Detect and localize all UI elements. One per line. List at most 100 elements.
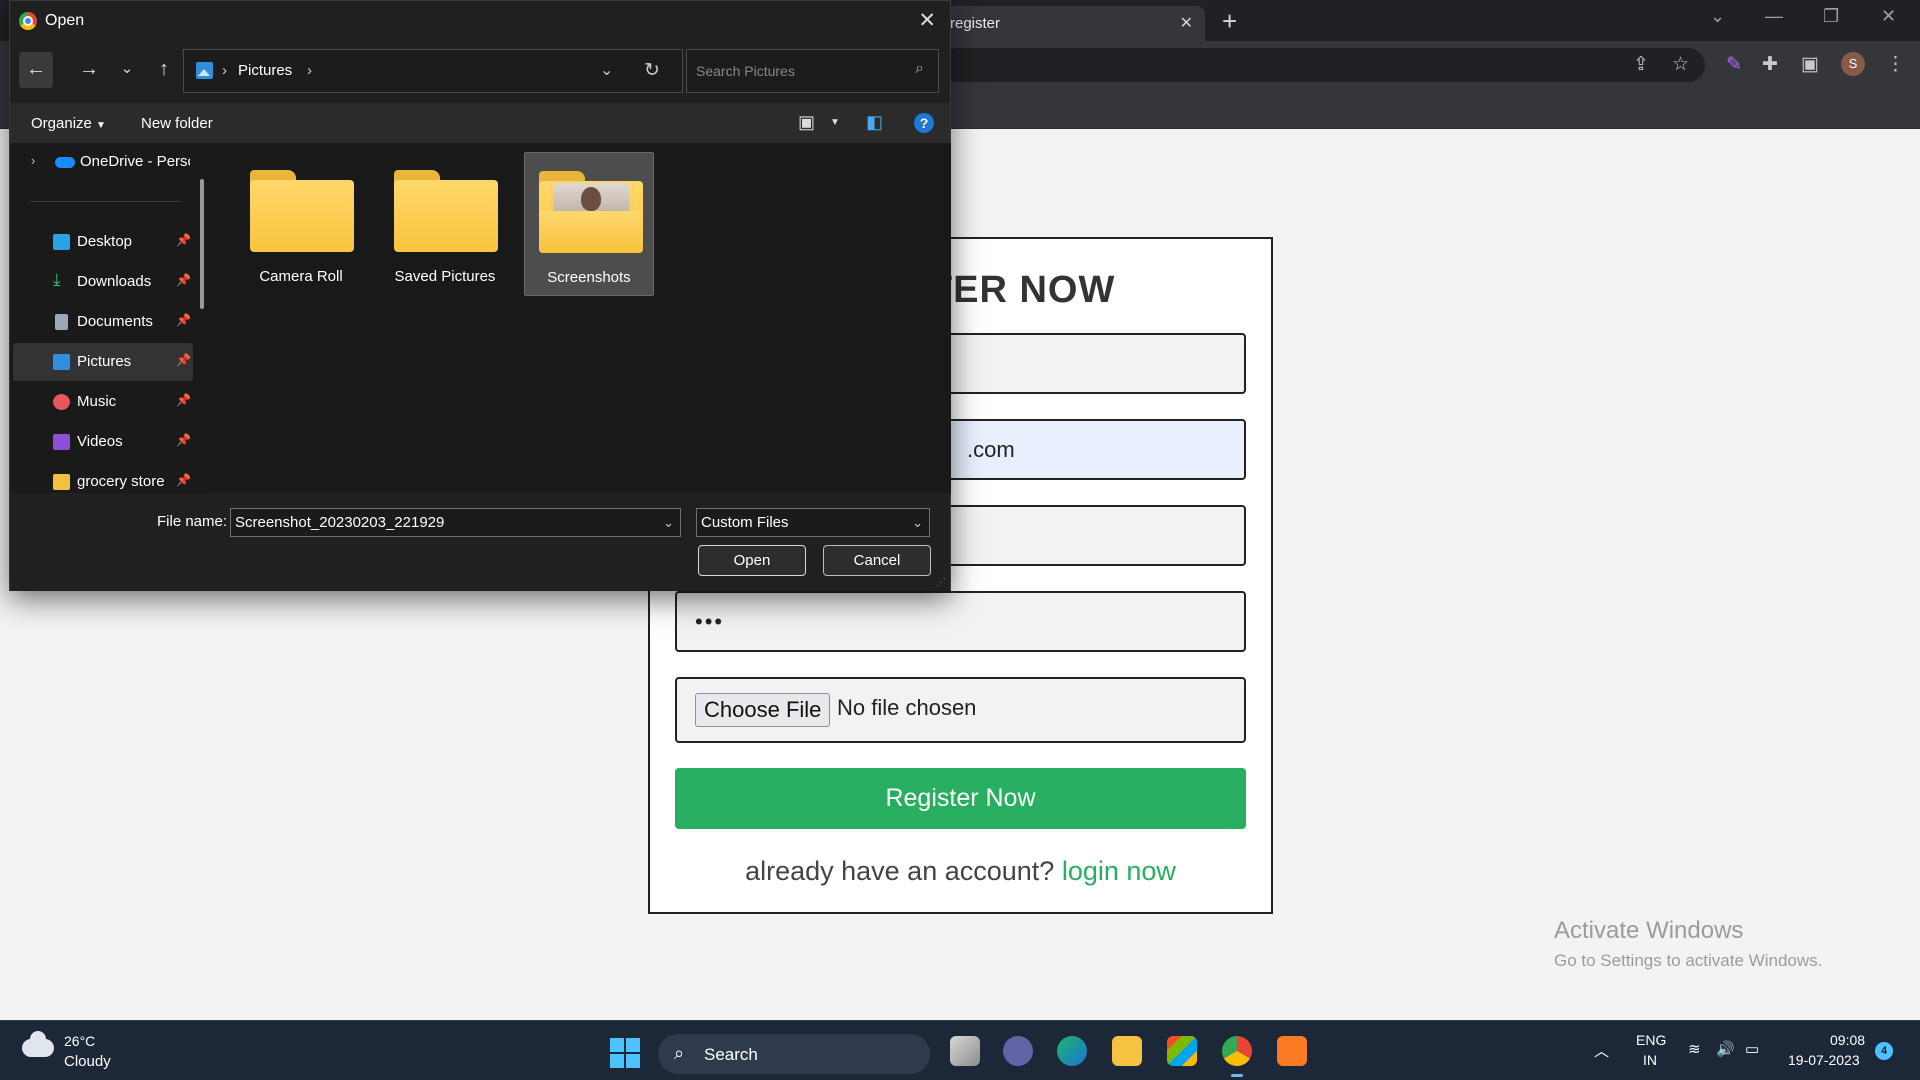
dialog-close-icon[interactable]: ✕ xyxy=(918,8,936,33)
teams-chat-icon[interactable] xyxy=(1003,1036,1033,1066)
bookmark-star-icon[interactable]: ☆ xyxy=(1672,53,1689,76)
clock-date[interactable]: 19-07-2023 xyxy=(1788,1052,1860,1068)
pin-icon: 📌 xyxy=(176,273,191,287)
tab-title: register xyxy=(950,15,1001,32)
address-bar[interactable] xyxy=(940,48,1705,82)
new-tab-button[interactable]: + xyxy=(1222,6,1237,37)
organize-label: Organize xyxy=(31,115,92,132)
search-placeholder: Search Pictures xyxy=(696,63,795,79)
preview-pane-icon[interactable]: ◧ xyxy=(866,112,883,133)
nav-item-videos[interactable]: Videos 📌 xyxy=(13,423,193,461)
file-name-input[interactable]: Screenshot_20230203_221929 ⌄ xyxy=(230,508,681,537)
nav-item-downloads[interactable]: ⤓ Downloads 📌 xyxy=(13,263,193,301)
volume-icon[interactable]: 🔊 xyxy=(1716,1040,1735,1058)
folder-saved-pictures[interactable]: Saved Pictures xyxy=(380,152,510,296)
up-arrow-icon[interactable]: ↑ xyxy=(147,52,181,88)
address-history-icon[interactable]: ⌄ xyxy=(600,60,613,80)
region-indicator[interactable]: IN xyxy=(1643,1052,1657,1068)
confirm-password-field[interactable]: ••• xyxy=(675,591,1246,652)
battery-icon[interactable]: ▭ xyxy=(1745,1040,1759,1058)
menu-kebab-icon[interactable]: ⋮ xyxy=(1886,53,1905,76)
folder-screenshots[interactable]: Screenshots xyxy=(524,152,654,296)
new-folder-button[interactable]: New folder xyxy=(141,115,213,132)
register-now-button[interactable]: Register Now xyxy=(675,768,1246,829)
resize-grip-icon[interactable]: ⋰ xyxy=(936,577,946,588)
tab-register[interactable]: register ✕ xyxy=(940,6,1205,41)
pin-icon: 📌 xyxy=(176,313,191,327)
choose-file-button[interactable]: Choose File xyxy=(695,693,831,727)
title-visible-part: TER NOW xyxy=(928,269,1116,311)
window-close-icon[interactable]: ✕ xyxy=(1881,6,1896,27)
nav-item-music[interactable]: Music 📌 xyxy=(13,383,193,421)
folder-with-photo-icon xyxy=(539,171,643,255)
nav-item-documents[interactable]: Documents 📌 xyxy=(13,303,193,341)
folder-icon xyxy=(394,170,498,254)
forward-arrow-icon[interactable]: → xyxy=(72,52,106,88)
nav-item-onedrive[interactable]: › OneDrive - Perso xyxy=(13,143,193,181)
restore-icon[interactable]: ❐ xyxy=(1823,6,1839,27)
help-icon[interactable]: ? xyxy=(914,113,934,133)
task-view-icon[interactable] xyxy=(950,1036,980,1066)
clock-time[interactable]: 09:08 xyxy=(1830,1032,1865,1048)
dialog-search-input[interactable]: Search Pictures ⌕ xyxy=(686,49,939,93)
nav-scrollbar[interactable] xyxy=(200,179,204,309)
nav-label: Desktop xyxy=(77,233,133,250)
login-now-link[interactable]: login now xyxy=(1062,856,1176,886)
back-arrow-icon[interactable]: ← xyxy=(19,52,53,88)
edge-icon[interactable] xyxy=(1057,1036,1087,1066)
chrome-icon[interactable] xyxy=(1222,1036,1252,1077)
extension-pen-icon[interactable]: ✎ xyxy=(1726,53,1742,76)
tab-search-icon[interactable]: ⌄ xyxy=(1710,6,1725,27)
file-explorer-icon[interactable] xyxy=(1112,1036,1142,1066)
file-type-select[interactable]: Custom Files ⌄ xyxy=(696,508,930,537)
music-icon xyxy=(53,394,70,410)
weather-temperature[interactable]: 26°C xyxy=(64,1033,95,1049)
search-icon: ⌕ xyxy=(915,60,924,77)
xampp-icon[interactable] xyxy=(1277,1036,1307,1066)
recent-locations-icon[interactable]: ⌄ xyxy=(110,52,144,88)
no-file-label: No file chosen xyxy=(837,695,977,720)
extensions-puzzle-icon[interactable]: ✚ xyxy=(1762,53,1778,76)
breadcrumb-pictures[interactable]: Pictures xyxy=(238,62,292,79)
organize-button[interactable]: Organize ▼ xyxy=(31,115,106,132)
nav-item-grocery-store[interactable]: grocery store 📌 xyxy=(13,463,193,493)
taskbar-search-label: Search xyxy=(704,1045,758,1064)
chevron-down-icon[interactable]: ⌄ xyxy=(663,509,674,536)
cloud-weather-icon[interactable] xyxy=(22,1031,54,1057)
show-hidden-icons-chevron-icon[interactable]: ︿ xyxy=(1594,1040,1609,1061)
share-icon[interactable]: ⇪ xyxy=(1633,53,1649,76)
nav-label: grocery store xyxy=(77,473,165,490)
dialog-address-bar[interactable]: › Pictures › ⌄ ↻ xyxy=(183,49,683,93)
side-panel-icon[interactable]: ▣ xyxy=(1801,53,1819,76)
windows-start-icon[interactable] xyxy=(610,1038,640,1068)
minimize-icon[interactable]: — xyxy=(1765,6,1783,27)
profile-avatar[interactable]: S xyxy=(1841,52,1865,76)
tab-close-icon[interactable]: ✕ xyxy=(1180,13,1193,33)
dialog-title: Open xyxy=(45,12,85,29)
view-options-dropdown-icon[interactable]: ▼ xyxy=(830,117,840,128)
weather-condition[interactable]: Cloudy xyxy=(64,1053,111,1070)
taskbar-search[interactable]: ⌕ Search xyxy=(658,1034,930,1074)
folder-label: Camera Roll xyxy=(259,268,343,285)
folder-icon xyxy=(250,170,354,254)
folder-camera-roll[interactable]: Camera Roll xyxy=(236,152,366,296)
cancel-button[interactable]: Cancel xyxy=(823,545,931,576)
breadcrumb-chevron-icon[interactable]: › xyxy=(307,62,312,79)
folder-icon-body xyxy=(394,180,498,252)
folder-icon xyxy=(53,474,70,490)
wifi-icon[interactable]: ≋ xyxy=(1688,1040,1701,1058)
file-input[interactable]: Choose File No file chosen xyxy=(675,677,1246,743)
nav-item-desktop[interactable]: Desktop 📌 xyxy=(13,223,193,261)
nav-item-pictures[interactable]: Pictures 📌 xyxy=(13,343,193,381)
language-indicator[interactable]: ENG xyxy=(1636,1032,1666,1048)
expand-chevron-icon[interactable]: › xyxy=(31,153,35,168)
change-view-icon[interactable]: ▣ xyxy=(798,112,815,133)
open-button[interactable]: Open xyxy=(698,545,806,576)
pin-icon: 📌 xyxy=(176,433,191,447)
file-list-pane: Camera Roll Saved Pictures Screenshots xyxy=(208,143,951,493)
breadcrumb-chevron-icon: › xyxy=(222,62,227,79)
refresh-icon[interactable]: ↻ xyxy=(644,59,660,82)
chevron-down-icon[interactable]: ⌄ xyxy=(912,509,923,536)
store-icon[interactable] xyxy=(1167,1036,1197,1066)
notification-badge[interactable]: 4 xyxy=(1875,1042,1893,1060)
